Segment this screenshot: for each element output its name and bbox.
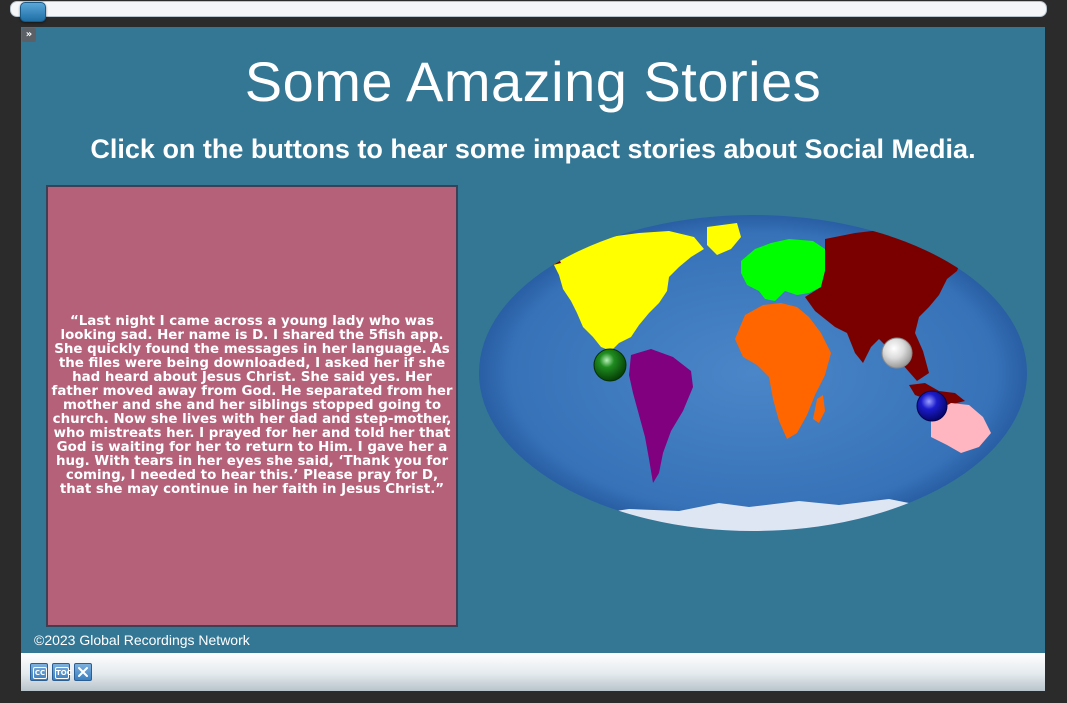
story-text: “Last night I came across a young lady w… (51, 314, 453, 497)
page-title: Some Amazing Stories (244, 50, 822, 113)
player-control-bar: CC TOC (21, 653, 1045, 691)
world-map (479, 215, 1027, 531)
page-subtitle: Click on the buttons to hear some impact… (90, 134, 976, 164)
closed-captions-button[interactable]: CC (30, 663, 48, 681)
slide-stage: Some Amazing Stories Click on the button… (21, 27, 1045, 653)
close-icon (78, 667, 88, 677)
close-button[interactable] (74, 663, 92, 681)
progress-bar[interactable] (10, 1, 1047, 22)
green-story-button[interactable] (593, 348, 627, 382)
story-panel: “Last night I came across a young lady w… (46, 185, 458, 627)
white-story-button[interactable] (881, 337, 913, 369)
table-of-contents-button[interactable]: TOC (52, 663, 72, 681)
copyright-text: ©2023 Global Recordings Network (34, 632, 250, 648)
progress-handle[interactable] (20, 2, 46, 22)
cc-label: CC (33, 667, 47, 679)
toc-label: TOC (55, 667, 72, 679)
sidebar-toggle-button[interactable]: » (22, 28, 36, 42)
new-zealand (991, 447, 1005, 463)
blue-story-button[interactable] (916, 390, 948, 422)
